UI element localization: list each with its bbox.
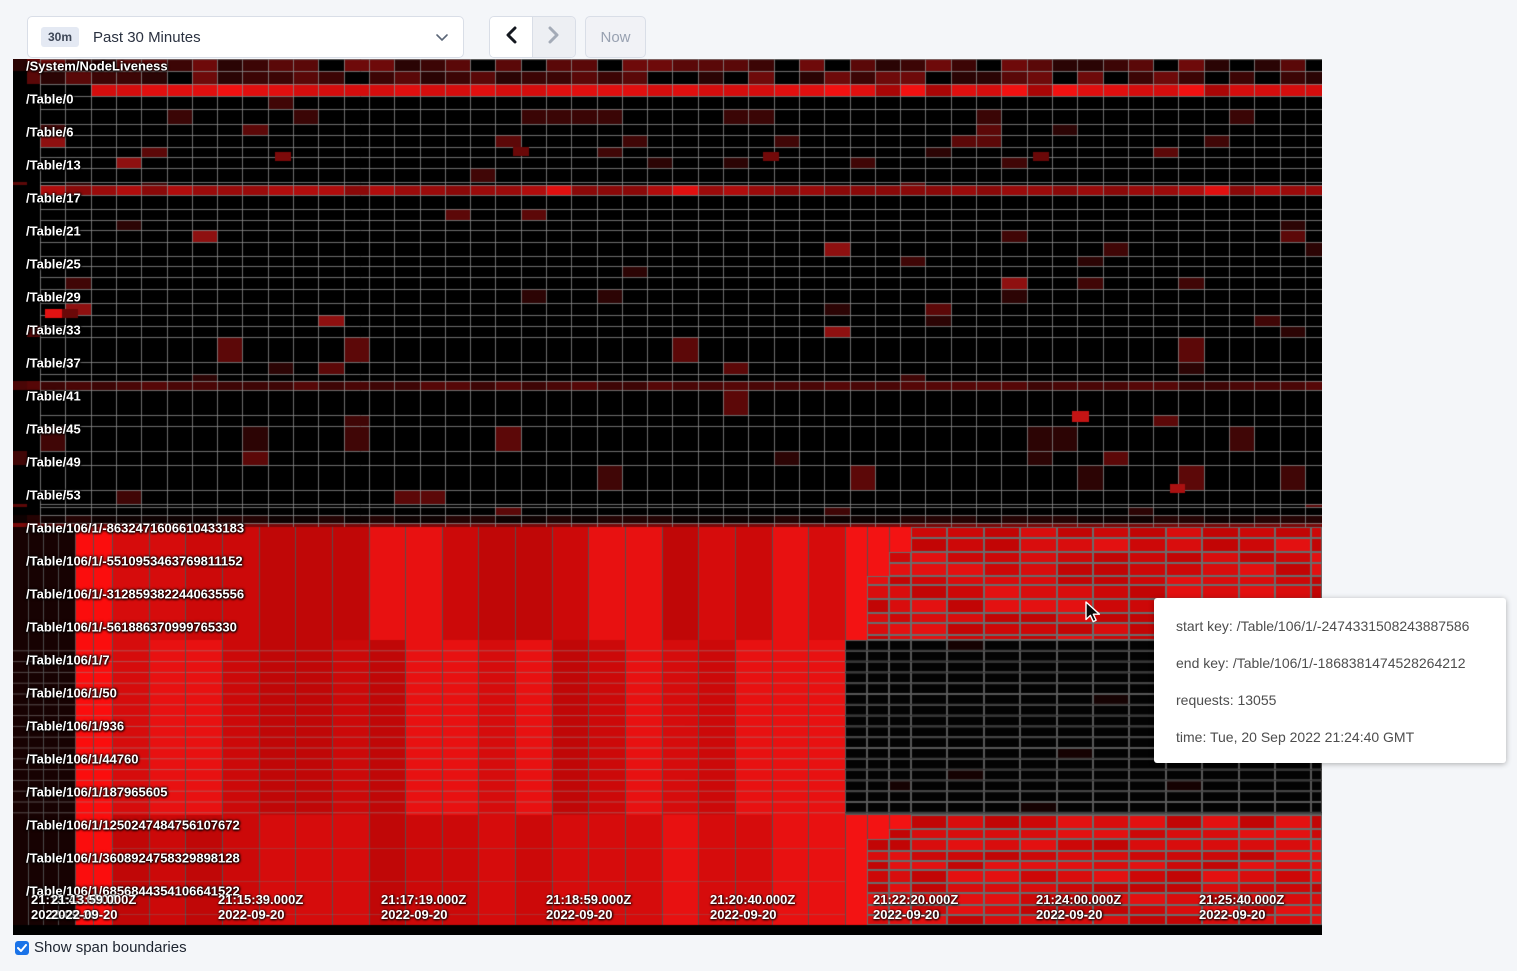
time-nav-group	[489, 16, 576, 58]
row-label: /Table/49	[26, 454, 81, 469]
row-label: /Table/106/1/936	[26, 718, 124, 733]
x-axis-tick: 21:17:19.000Z2022-09-20	[381, 892, 466, 922]
span-boundaries-label[interactable]: Show span boundaries	[34, 939, 187, 956]
row-label: /Table/106/1/3608924758329898128	[26, 850, 240, 865]
time-range-label: Past 30 Minutes	[93, 29, 201, 46]
span-boundaries-checkbox[interactable]	[15, 941, 29, 955]
now-button[interactable]: Now	[585, 16, 646, 58]
row-label: /Table/106/1/-8632471606610433183	[26, 520, 244, 535]
chevron-down-icon	[435, 33, 449, 42]
row-label: /Table/106/1/-5510953463769811152	[26, 553, 243, 568]
tooltip-end-key: end key: /Table/106/1/-18683814745282642…	[1176, 647, 1506, 684]
x-axis-tick: 21:24:00.000Z2022-09-20	[1036, 892, 1121, 922]
next-button[interactable]	[532, 17, 575, 57]
time-range-badge: 30m	[41, 27, 79, 47]
prev-button[interactable]	[490, 17, 532, 57]
chevron-right-icon	[548, 26, 560, 49]
key-visualizer-heatmap[interactable]	[13, 59, 1322, 935]
row-label: /Table/41	[26, 388, 81, 403]
row-label: /Table/106/1/-3128593822440635556	[26, 586, 244, 601]
x-axis-tick: 21:18:59.000Z2022-09-20	[546, 892, 631, 922]
x-axis-tick: 21:15:39.000Z2022-09-20	[218, 892, 303, 922]
row-label: /Table/106/1/187965605	[26, 784, 167, 799]
hover-tooltip: start key: /Table/106/1/-247433150824388…	[1154, 598, 1506, 763]
row-label: /Table/106/1/44760	[26, 751, 139, 766]
footer: Show span boundaries	[15, 939, 187, 956]
mouse-cursor-icon	[1080, 600, 1102, 629]
row-label: /Table/106/1/50	[26, 685, 117, 700]
tooltip-requests: requests: 13055	[1176, 684, 1506, 721]
row-label: /Table/106/1/1250247484756107672	[26, 817, 240, 832]
row-label: /Table/37	[26, 355, 81, 370]
row-label: /Table/29	[26, 289, 81, 304]
row-label: /Table/6	[26, 124, 73, 139]
row-label: /Table/45	[26, 421, 81, 436]
x-axis-tick: 21:20:40.000Z2022-09-20	[710, 892, 795, 922]
row-label: /Table/13	[26, 157, 81, 172]
row-label: /Table/21	[26, 223, 81, 238]
row-label: /System/NodeLiveness	[26, 59, 168, 73]
x-axis-tick: 21:25:40.000Z2022-09-20	[1199, 892, 1284, 922]
key-visualizer-page: 30m Past 30 Minutes Now /System/NodeLive…	[0, 0, 1517, 971]
tooltip-time: time: Tue, 20 Sep 2022 21:24:40 GMT	[1176, 721, 1506, 758]
key-visualizer: /System/NodeLiveness/Table/0/Table/6/Tab…	[13, 59, 1322, 935]
row-label: /Table/17	[26, 190, 81, 205]
row-label: /Table/25	[26, 256, 81, 271]
row-label: /Table/53	[26, 487, 81, 502]
chevron-left-icon	[505, 26, 517, 49]
x-axis-tick: 21:22:20.000Z2022-09-20	[873, 892, 958, 922]
tooltip-start-key: start key: /Table/106/1/-247433150824388…	[1176, 610, 1506, 647]
time-range-select[interactable]: 30m Past 30 Minutes	[27, 16, 464, 58]
row-label: /Table/106/1/7	[26, 652, 110, 667]
row-label: /Table/0	[26, 91, 73, 106]
x-axis-tick: 21:13:59.000Z2022-09-20	[51, 892, 136, 922]
row-label: /Table/33	[26, 322, 81, 337]
check-icon	[17, 944, 27, 952]
row-label: /Table/106/1/-561886370999765330	[26, 619, 237, 634]
